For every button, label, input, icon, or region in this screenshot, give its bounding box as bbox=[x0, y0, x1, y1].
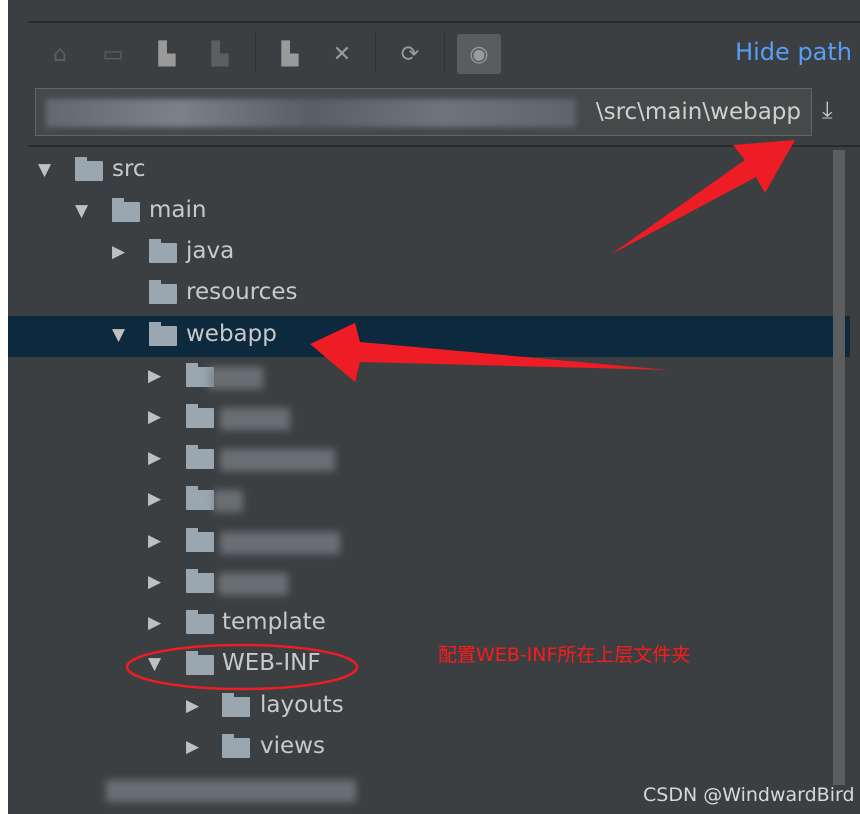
arrow-to-path-annotation bbox=[610, 140, 795, 255]
arrow-to-webapp-annotation bbox=[310, 323, 668, 382]
watermark: CSDN @WindwardBird bbox=[643, 784, 855, 806]
annotation-overlay bbox=[125, 140, 795, 691]
web-inf-highlight-ellipse bbox=[125, 643, 359, 691]
annotation-note: 配置WEB-INF所在上层文件夹 bbox=[438, 644, 691, 666]
